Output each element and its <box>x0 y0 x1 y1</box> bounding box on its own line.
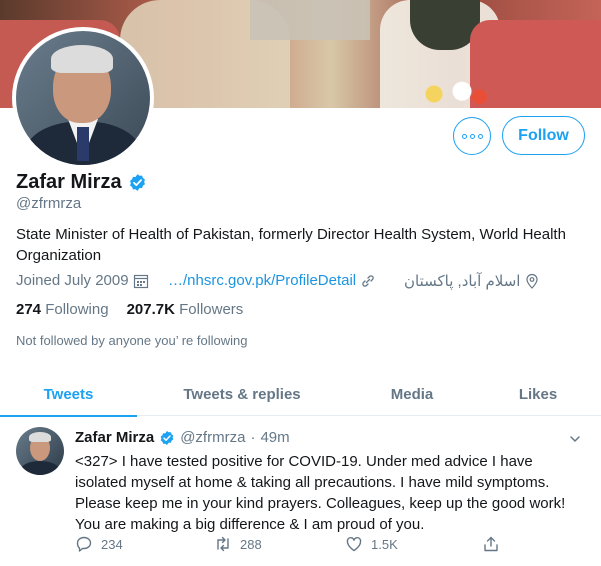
tweet-author-handle[interactable]: @zfrmrza <box>180 429 245 446</box>
more-icon <box>461 133 483 139</box>
tweet-avatar[interactable] <box>16 427 64 475</box>
profile-handle: @zfrmrza <box>16 195 82 212</box>
chevron-down-icon[interactable] <box>568 432 582 446</box>
location-icon <box>526 273 539 289</box>
retweet-count: 288 <box>240 536 262 552</box>
more-options-button[interactable] <box>453 117 491 155</box>
tweet-separator: · <box>250 429 256 446</box>
calendar-icon <box>133 274 148 288</box>
tab-media-label: Media <box>390 385 434 403</box>
tweet-header: Zafar Mirza @zfrmrza · 49m <box>75 429 290 446</box>
tweet-timestamp[interactable]: 49m <box>260 429 289 446</box>
verified-icon <box>160 430 174 445</box>
followers-label: Followers <box>179 301 244 318</box>
like-count: 1.5K <box>371 536 398 552</box>
following-count: 274 <box>16 301 42 318</box>
tab-tweets-label: Tweets <box>43 385 94 403</box>
profile-avatar[interactable] <box>12 27 154 169</box>
verified-icon <box>129 174 145 191</box>
reply-button[interactable]: 234 <box>75 535 123 553</box>
tab-tweets-replies[interactable]: Tweets & replies <box>162 372 322 416</box>
followers-stat[interactable]: 207.7K Followers <box>127 301 244 318</box>
tab-likes[interactable]: Likes <box>505 372 571 416</box>
reply-icon <box>76 536 92 552</box>
profile-meta: Joined July 2009 …/nhsrc.gov.pk/ProfileD… <box>16 272 586 292</box>
website-link[interactable]: …/nhsrc.gov.pk/ProfileDetail <box>168 272 376 289</box>
share-icon <box>484 536 498 552</box>
not-followed-notice: Not followed by anyone you’ re following <box>16 333 248 348</box>
location: اسلام آباد, پاکستان <box>404 272 540 290</box>
tweet-text: <327> I have tested positive for COVID-1… <box>75 453 566 533</box>
joined-label: Joined July 2009 <box>16 272 129 289</box>
tweet-actions: 234 288 1.5K <box>75 535 505 557</box>
following-stat[interactable]: 274 Following <box>16 301 109 318</box>
profile-stats: 274 Following 207.7K Followers <box>16 301 243 318</box>
tweet-item[interactable]: Zafar Mirza @zfrmrza · 49m <327> I have … <box>0 417 601 566</box>
tab-media[interactable]: Media <box>370 372 454 416</box>
tab-tweets-replies-label: Tweets & replies <box>183 385 301 403</box>
profile-name: Zafar Mirza <box>16 171 122 193</box>
website-label[interactable]: …/nhsrc.gov.pk/ProfileDetail <box>168 272 356 289</box>
tweet-author-name[interactable]: Zafar Mirza <box>75 429 154 446</box>
tab-tweets[interactable]: Tweets <box>0 372 137 417</box>
following-label: Following <box>45 301 109 318</box>
retweet-icon <box>217 536 229 552</box>
follow-button[interactable]: Follow <box>502 116 585 155</box>
tab-likes-label: Likes <box>518 385 558 403</box>
profile-tabs: Tweets Tweets & replies Media Likes <box>0 372 601 417</box>
followers-count: 207.7K <box>126 301 175 318</box>
profile-name-row: Zafar Mirza <box>16 171 147 194</box>
like-button[interactable]: 1.5K <box>345 535 398 553</box>
reply-count: 234 <box>101 536 123 552</box>
joined-date: Joined July 2009 <box>16 272 149 289</box>
like-icon <box>346 536 362 552</box>
share-button[interactable] <box>482 535 500 553</box>
profile-bio: State Minister of Health of Pakistan, fo… <box>16 226 566 264</box>
link-icon <box>362 274 374 287</box>
location-label: اسلام آباد, پاکستان <box>404 273 521 290</box>
retweet-button[interactable]: 288 <box>214 535 262 553</box>
